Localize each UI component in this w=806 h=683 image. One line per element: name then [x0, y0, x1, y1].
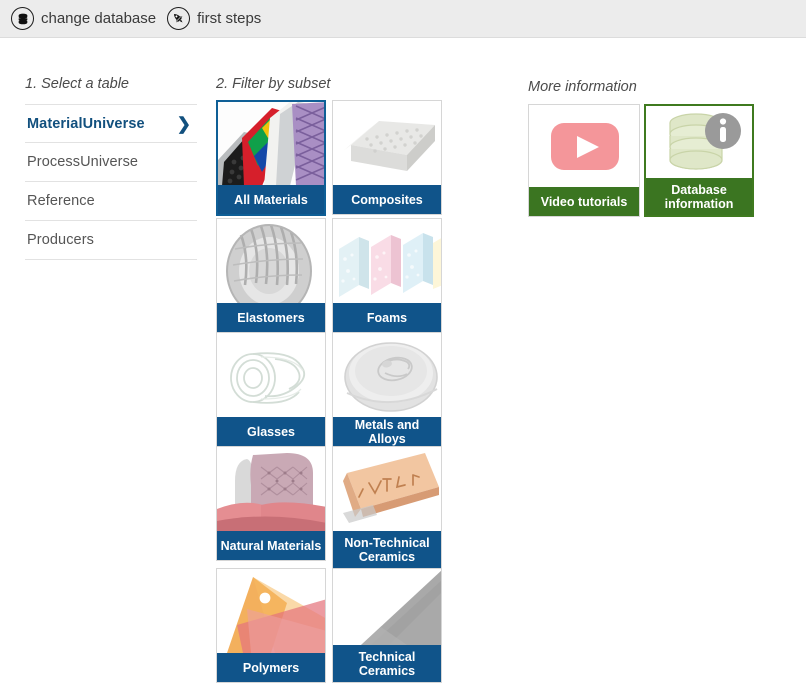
database-stack-icon — [11, 7, 34, 30]
subset-tile-natural-materials[interactable]: Natural Materials — [216, 446, 326, 561]
tile-caption: Polymers — [217, 653, 325, 682]
table-item-materialuniverse[interactable]: MaterialUniverse ❯ — [25, 104, 197, 143]
table-item-reference[interactable]: Reference — [25, 182, 197, 221]
table-item-processuniverse[interactable]: ProcessUniverse — [25, 143, 197, 182]
subset-tile-foams[interactable]: Foams — [332, 218, 442, 333]
tile-image-polymers — [217, 569, 325, 653]
tile-caption: All Materials — [218, 185, 324, 214]
tile-caption-line2: information — [664, 196, 734, 211]
tile-image-composites — [333, 101, 441, 185]
tile-image-non-technical-ceramics — [333, 447, 441, 531]
subset-tile-all-materials[interactable]: All Materials — [216, 100, 326, 216]
change-database-label: change database — [41, 10, 157, 27]
subset-tile-glasses[interactable]: Glasses — [216, 332, 326, 447]
filter-subset-heading: 2. Filter by subset — [216, 76, 331, 92]
tile-image-metals — [333, 333, 441, 417]
table-item-producers[interactable]: Producers — [25, 221, 197, 260]
more-information-heading: More information — [528, 79, 637, 95]
tile-image-foams — [333, 219, 441, 303]
tile-caption-line1: Database — [671, 182, 727, 197]
first-steps-link[interactable]: first steps — [156, 0, 261, 38]
tile-caption-line1: Non-Technical — [344, 535, 430, 550]
subset-tile-elastomers[interactable]: Elastomers — [216, 218, 326, 333]
tile-caption: Foams — [333, 303, 441, 332]
tile-image-database-information — [646, 106, 752, 178]
subset-tile-non-technical-ceramics[interactable]: Non-Technical Ceramics — [332, 446, 442, 569]
info-tile-database-information[interactable]: Database information — [644, 104, 754, 217]
tile-caption: Elastomers — [217, 303, 325, 332]
tile-caption-line1: Technical — [358, 649, 416, 664]
tile-image-glasses — [217, 333, 325, 417]
chevron-right-icon: ❯ — [176, 114, 191, 133]
select-table-heading: 1. Select a table — [25, 76, 129, 92]
table-item-label: MaterialUniverse — [27, 115, 145, 132]
tile-caption: Composites — [333, 185, 441, 214]
table-item-label: Reference — [27, 193, 95, 209]
table-item-label: ProcessUniverse — [27, 154, 139, 170]
tile-image-technical-ceramics — [333, 569, 441, 645]
table-item-label: Producers — [27, 232, 94, 248]
tile-caption: Natural Materials — [217, 531, 325, 560]
tile-image-all-materials — [218, 102, 324, 185]
subset-tile-technical-ceramics[interactable]: Technical Ceramics — [332, 568, 442, 683]
tile-caption-line2: Ceramics — [358, 663, 416, 678]
info-tile-video-tutorials[interactable]: Video tutorials — [528, 104, 640, 217]
tile-caption: Technical Ceramics — [333, 645, 441, 682]
tile-caption: Non-Technical Ceramics — [333, 531, 441, 568]
subset-tile-metals-and-alloys[interactable]: Metals and Alloys — [332, 332, 442, 447]
change-database-link[interactable]: change database — [0, 0, 156, 38]
subset-tile-composites[interactable]: Composites — [332, 100, 442, 215]
first-steps-label: first steps — [197, 10, 262, 27]
tile-caption: Video tutorials — [529, 187, 639, 216]
top-toolbar: change database first steps — [0, 0, 806, 38]
tile-caption: Database information — [646, 178, 752, 215]
rocket-icon — [167, 7, 191, 30]
tile-caption-line2: Ceramics — [358, 549, 416, 564]
subset-tile-polymers[interactable]: Polymers — [216, 568, 326, 683]
table-list: MaterialUniverse ❯ ProcessUniverse Refer… — [25, 104, 197, 260]
tile-image-video-tutorials — [529, 105, 639, 187]
tile-caption: Metals and Alloys — [333, 417, 441, 446]
tile-image-natural-materials — [217, 447, 325, 531]
tile-image-elastomers — [217, 219, 325, 303]
tile-caption: Glasses — [217, 417, 325, 446]
